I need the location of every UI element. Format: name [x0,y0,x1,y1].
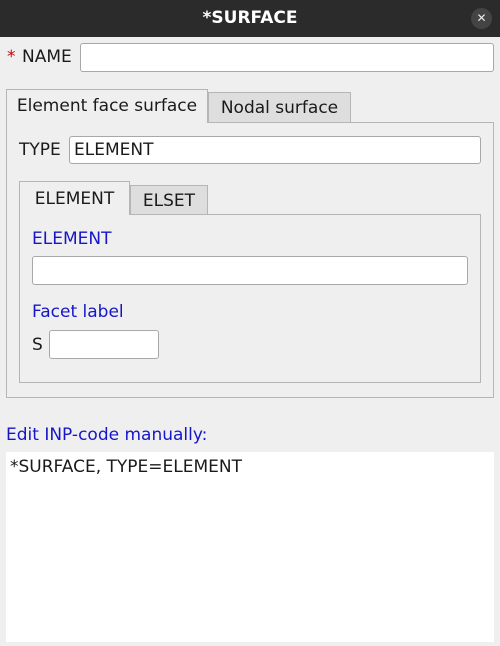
tab-elset[interactable]: ELSET [130,185,208,214]
name-label: NAME [22,47,72,67]
type-field-box [69,136,481,164]
element-input[interactable] [33,257,467,284]
close-icon[interactable]: ✕ [471,8,492,29]
title-bar: *SURFACE ✕ [0,0,500,37]
tab-element-face-surface[interactable]: Element face surface [6,89,208,123]
inp-code-text[interactable]: *SURFACE, TYPE=ELEMENT [10,457,242,477]
facet-field-box [49,330,159,359]
inp-code-editor[interactable]: *SURFACE, TYPE=ELEMENT [6,452,494,642]
name-input[interactable] [81,44,493,71]
facet-prefix-label: S [32,335,43,355]
facet-label-heading: Facet label [32,302,124,322]
element-section-label: ELEMENT [32,229,112,249]
tab-nodal-surface[interactable]: Nodal surface [208,92,351,122]
name-field-box [80,43,494,72]
type-label: TYPE [19,140,61,160]
element-field-box [32,256,468,285]
facet-input[interactable] [50,331,158,358]
window-title: *SURFACE [202,8,298,28]
code-editor-label: Edit INP-code manually: [6,425,208,445]
type-input[interactable] [70,137,480,163]
required-marker: * [7,47,16,67]
tab-element[interactable]: ELEMENT [19,181,130,215]
